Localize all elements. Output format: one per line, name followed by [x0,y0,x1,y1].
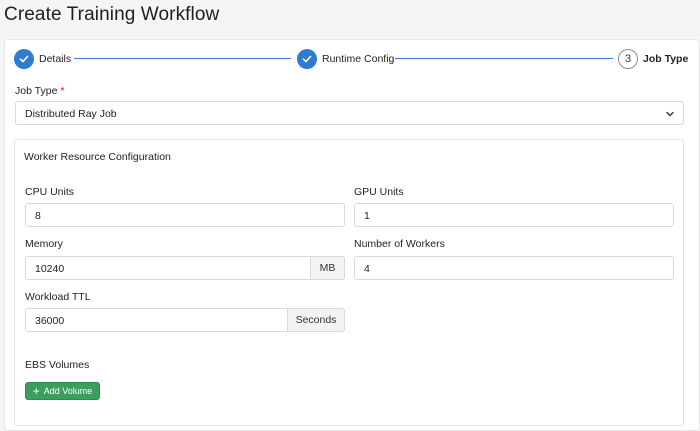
workers-label: Number of Workers [354,238,445,250]
job-type-selected-value: Distributed Ray Job [25,108,117,120]
job-type-label: Job Type * [15,85,65,97]
job-type-select[interactable]: Distributed Ray Job [15,101,684,125]
ttl-unit-addon: Seconds [287,308,345,332]
step-runtime-check-icon[interactable] [297,49,317,69]
ttl-label: Workload TTL [25,291,91,303]
add-volume-label: Add Volume [43,386,93,396]
panel-title: Worker Resource Configuration [24,151,171,163]
step-connector [395,58,613,59]
chevron-down-icon [666,111,674,117]
gpu-label: GPU Units [354,186,404,198]
worker-resource-panel: Worker Resource Configuration CPU Units … [14,139,684,426]
page-title: Create Training Workflow [4,4,220,25]
step-details-label[interactable]: Details [39,53,71,65]
cpu-label: CPU Units [25,186,75,198]
step-runtime-label[interactable]: Runtime Config [322,53,394,65]
memory-input[interactable]: 10240 [25,256,311,280]
workflow-card: Details Runtime Config 3 Job Type Job Ty… [4,39,700,431]
step-job-type-number[interactable]: 3 [618,49,638,69]
memory-label: Memory [25,238,63,250]
gpu-input[interactable]: 1 [354,203,674,227]
step-connector [74,58,291,59]
required-mark: * [60,85,65,97]
add-volume-button[interactable]: + Add Volume [25,382,100,400]
workers-input[interactable]: 4 [354,256,674,280]
step-job-type-label[interactable]: Job Type [643,53,688,65]
ebs-label: EBS Volumes [25,359,90,371]
step-details-check-icon[interactable] [14,49,34,69]
plus-icon: + [32,384,40,398]
memory-unit-addon: MB [310,256,345,280]
ttl-input[interactable]: 36000 [25,308,288,332]
stepper: Details Runtime Config 3 Job Type [5,40,700,80]
cpu-input[interactable]: 8 [25,203,345,227]
